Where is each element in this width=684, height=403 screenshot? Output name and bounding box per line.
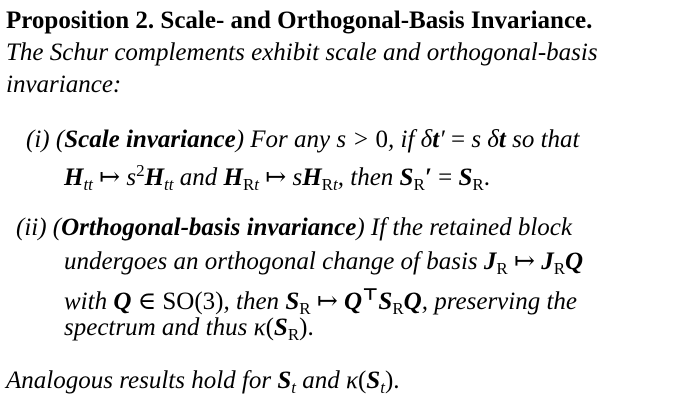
item-i-and: and <box>179 163 218 191</box>
item-ii-spectrum: spectrum and thus <box>64 314 248 341</box>
intro-text-2: invariance: <box>6 71 122 98</box>
item-ii-then: , then <box>223 287 280 315</box>
math-kappa-S-t: κ(St) <box>345 367 394 397</box>
item-ii-preserving: , preserving the <box>421 287 578 315</box>
item-ii-line2-text: undergoes an orthogonal change of basis <box>64 248 478 275</box>
item-i-line-2: Htt ↦ s2Htt and HRt ↦ sHRt, then SR′ = S… <box>64 161 490 194</box>
item-i-label: (i) <box>26 126 50 153</box>
math-S-R-prime: SR′ <box>399 163 432 194</box>
math-H-tt: Htt <box>64 163 93 194</box>
item-ii-with: with <box>64 287 108 315</box>
math-delta-t-prime: δt′ <box>420 126 445 153</box>
item-ii-title: Orthogonal-basis invariance <box>61 214 357 241</box>
item-ii-if-retained: If the retained block <box>370 214 572 241</box>
item-ii-label: (ii) <box>16 214 47 241</box>
proposition-heading: Proposition 2. Scale- and Orthogonal-Bas… <box>6 6 592 36</box>
item-i-if: , if <box>388 126 415 153</box>
math-J-R-Q: JRQ <box>541 248 584 278</box>
item-i-then: , then <box>337 163 394 191</box>
math-J-R: JR <box>483 248 508 278</box>
item-i-line-1: (i) (Scale invariance) For any s > 0, if… <box>26 126 580 153</box>
proposition-heading-text: Proposition 2. Scale- and Orthogonal-Bas… <box>6 7 593 34</box>
item-i-so-that: so that <box>512 126 580 153</box>
math-s-positive: s > <box>336 126 376 153</box>
math-s2-H-tt: s2Htt <box>126 161 174 194</box>
proposition-block: Proposition 2. Scale- and Orthogonal-Bas… <box>0 0 684 401</box>
math-kappa-S-R: κ(SR) <box>253 314 308 344</box>
closing-text: Analogous results hold for <box>6 367 272 394</box>
math-S-R-map: SR <box>285 287 311 318</box>
math-S-R: SR <box>458 163 484 194</box>
closing-and: and <box>302 367 340 394</box>
item-i-for-any: For any <box>250 126 331 153</box>
item-ii-line-2: undergoes an orthogonal change of basis … <box>64 248 584 278</box>
math-S-t: St <box>277 367 296 397</box>
intro-text-1: The Schur complements exhibit scale and … <box>6 39 598 66</box>
intro-line-1: The Schur complements exhibit scale and … <box>6 38 598 68</box>
intro-line-2: invariance: <box>6 70 121 100</box>
math-Q: Q <box>113 287 132 315</box>
math-s-H-Rt: sHRt <box>292 163 338 194</box>
item-ii-line-1: (ii) (Orthogonal-basis invariance) If th… <box>16 214 572 241</box>
item-ii-line-4: spectrum and thus κ(SR). <box>64 314 314 344</box>
math-QT-SR-Q: Q⊤SRQ <box>344 285 422 318</box>
math-H-Rt: HRt <box>223 163 260 194</box>
closing-line: Analogous results hold for St and κ(St). <box>6 367 400 397</box>
item-i-title: Scale invariance <box>64 126 236 153</box>
